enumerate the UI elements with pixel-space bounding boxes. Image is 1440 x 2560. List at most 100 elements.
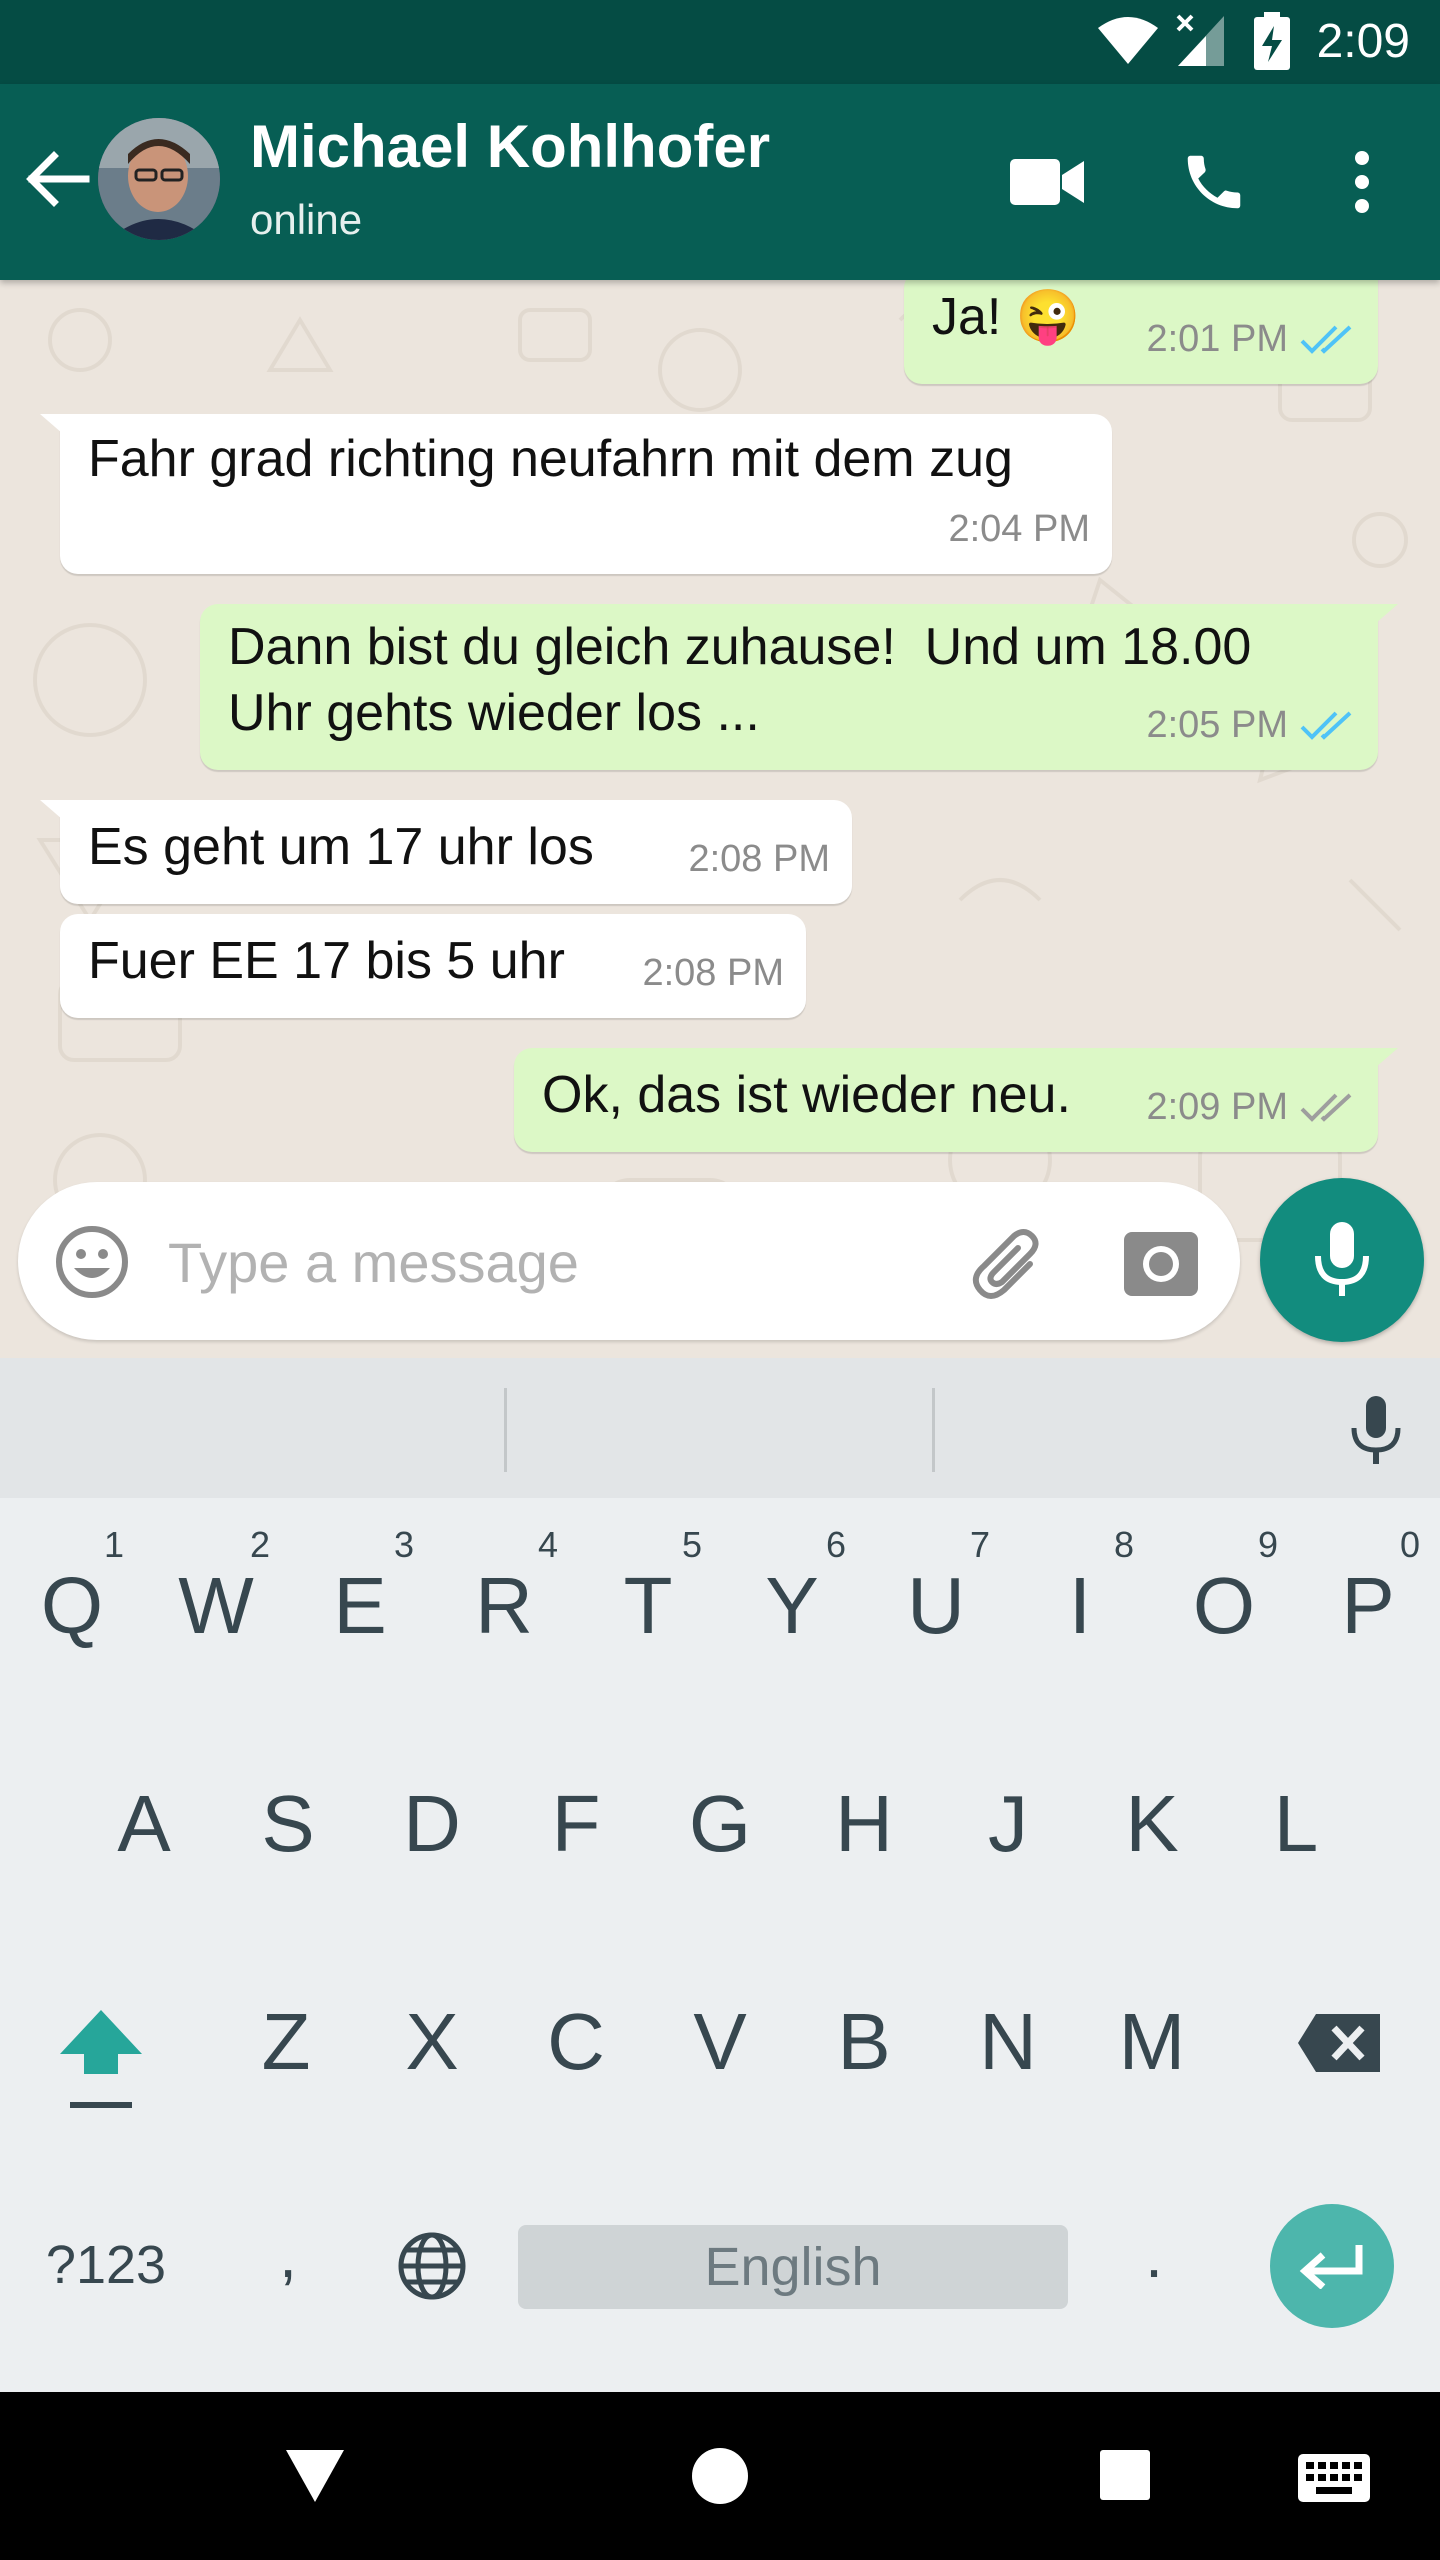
bubble-tail (40, 800, 70, 826)
video-camera-icon (1010, 159, 1084, 205)
key-hint: 3 (394, 1524, 415, 1565)
message-meta: 2:05 PM (1146, 692, 1356, 758)
key-i[interactable]: I (1010, 1560, 1150, 1652)
key-f[interactable]: F (506, 1778, 646, 1870)
message-text: Ok, das ist wieder neu. (542, 1066, 1071, 1124)
key-b[interactable]: B (794, 1996, 934, 2088)
key-o[interactable]: O (1154, 1560, 1294, 1652)
message-meta: 2:01 PM (1146, 306, 1356, 372)
key-hint: 4 (538, 1524, 559, 1565)
key-c[interactable]: C (506, 1996, 646, 2088)
key-s[interactable]: S (218, 1778, 358, 1870)
key-hint: 8 (1114, 1524, 1135, 1565)
key-n[interactable]: N (938, 1996, 1078, 2088)
message-bubble-incoming[interactable]: Es geht um 17 uhr los 2:08 PM (40, 800, 852, 904)
message-bubble-outgoing[interactable]: Ok, das ist wieder neu. 2:09 PM (514, 1048, 1398, 1152)
key-j[interactable]: J (938, 1778, 1078, 1870)
chat-header: Michael Kohlhofer online (0, 84, 1440, 280)
key-u[interactable]: U (866, 1560, 1006, 1652)
message-input[interactable]: Type a message (168, 1230, 579, 1295)
soft-keyboard: Q W E R T Y U I O P 1 2 3 4 5 6 7 8 9 0 … (0, 1498, 1440, 2392)
key-hint: 0 (1400, 1524, 1421, 1565)
key-e[interactable]: E (290, 1560, 430, 1652)
nav-recents-icon[interactable] (1098, 2448, 1152, 2502)
emoji-icon[interactable] (54, 1224, 130, 1300)
key-period[interactable]: . (1084, 2218, 1224, 2292)
enter-button[interactable] (1270, 2204, 1394, 2328)
battery-charging-icon (1254, 12, 1290, 70)
microphone-icon (1315, 1222, 1369, 1296)
avatar-photo (98, 118, 220, 240)
suggestion-strip (0, 1358, 1440, 1498)
message-bubble-incoming[interactable]: Fahr grad richting neufahrn mit dem zug … (40, 414, 1112, 574)
read-receipt-icon (1300, 325, 1352, 354)
cell-signal-icon (1176, 14, 1224, 66)
key-w[interactable]: W (146, 1560, 286, 1652)
wifi-icon (1098, 17, 1158, 64)
message-bubble-outgoing[interactable]: Dann bist du gleich zuhause! Und um 18.0… (200, 604, 1398, 770)
key-x[interactable]: X (362, 1996, 502, 2088)
key-g[interactable]: G (650, 1778, 790, 1870)
keyboard-switch-icon[interactable] (1298, 2454, 1370, 2502)
key-y[interactable]: Y (722, 1560, 862, 1652)
key-m[interactable]: M (1082, 1996, 1222, 2088)
camera-icon[interactable] (1124, 1226, 1198, 1296)
message-bubble-outgoing[interactable]: Ja! 😜 2:01 PM (904, 270, 1378, 384)
message-text: Ja! 😜 (932, 288, 1081, 346)
key-a[interactable]: A (74, 1778, 214, 1870)
voice-call-button[interactable] (1164, 132, 1264, 232)
message-time: 2:09 PM (1146, 1086, 1288, 1128)
key-k[interactable]: K (1082, 1778, 1222, 1870)
message-meta: 2:08 PM (688, 826, 830, 892)
bubble-tail (40, 414, 70, 440)
key-comma[interactable]: , (218, 2218, 358, 2292)
key-z[interactable]: Z (216, 1996, 356, 2088)
shift-icon[interactable] (56, 2006, 146, 2116)
message-time: 2:04 PM (948, 508, 1090, 550)
key-p[interactable]: P (1298, 1560, 1438, 1652)
space-bar[interactable]: English (518, 2225, 1068, 2309)
divider (932, 1388, 935, 1472)
bubble-tail (1368, 604, 1398, 630)
message-time: 2:08 PM (688, 838, 830, 880)
overflow-menu-button[interactable] (1312, 132, 1412, 232)
message-text: Es geht um 17 uhr los (88, 818, 594, 876)
key-v[interactable]: V (650, 1996, 790, 2088)
symbols-key[interactable]: ?123 (36, 2234, 176, 2296)
phone-icon (1187, 155, 1241, 209)
key-hint: 6 (826, 1524, 847, 1565)
key-h[interactable]: H (794, 1778, 934, 1870)
clock: 2:09 (1316, 15, 1410, 68)
key-t[interactable]: T (578, 1560, 718, 1652)
backspace-icon[interactable] (1296, 2012, 1382, 2074)
globe-icon[interactable] (396, 2230, 468, 2302)
key-hint: 9 (1258, 1524, 1279, 1565)
key-hint: 2 (250, 1524, 271, 1565)
avatar[interactable] (98, 118, 220, 240)
message-composer[interactable]: Type a message (18, 1182, 1240, 1340)
video-call-button[interactable] (998, 132, 1098, 232)
message-meta: 2:08 PM (642, 940, 784, 1006)
key-hint: 5 (682, 1524, 703, 1565)
key-hint: 1 (104, 1524, 125, 1565)
keyboard-mic-icon[interactable] (1346, 1394, 1406, 1470)
message-bubble-incoming[interactable]: Fuer EE 17 bis 5 uhr 2:08 PM (60, 914, 806, 1018)
contact-name[interactable]: Michael Kohlhofer (250, 112, 770, 181)
key-q[interactable]: Q (2, 1560, 142, 1652)
status-bar: 2:09 (0, 0, 1440, 84)
key-l[interactable]: L (1226, 1778, 1366, 1870)
voice-record-button[interactable] (1260, 1178, 1424, 1342)
message-text: Dann bist du gleich zuhause! Und um 18.0… (228, 618, 1252, 742)
key-d[interactable]: D (362, 1778, 502, 1870)
message-meta: 2:04 PM (948, 496, 1090, 562)
read-receipt-icon (1300, 711, 1352, 740)
bubble-tail (1368, 1048, 1398, 1074)
key-hint: 7 (970, 1524, 991, 1565)
nav-home-icon[interactable] (690, 2446, 750, 2506)
enter-icon (1299, 2245, 1363, 2289)
key-r[interactable]: R (434, 1560, 574, 1652)
nav-back-icon[interactable] (284, 2448, 346, 2504)
attach-icon[interactable] (968, 1224, 1048, 1304)
back-arrow-icon[interactable] (22, 144, 92, 214)
message-meta: 2:09 PM (1146, 1074, 1356, 1140)
